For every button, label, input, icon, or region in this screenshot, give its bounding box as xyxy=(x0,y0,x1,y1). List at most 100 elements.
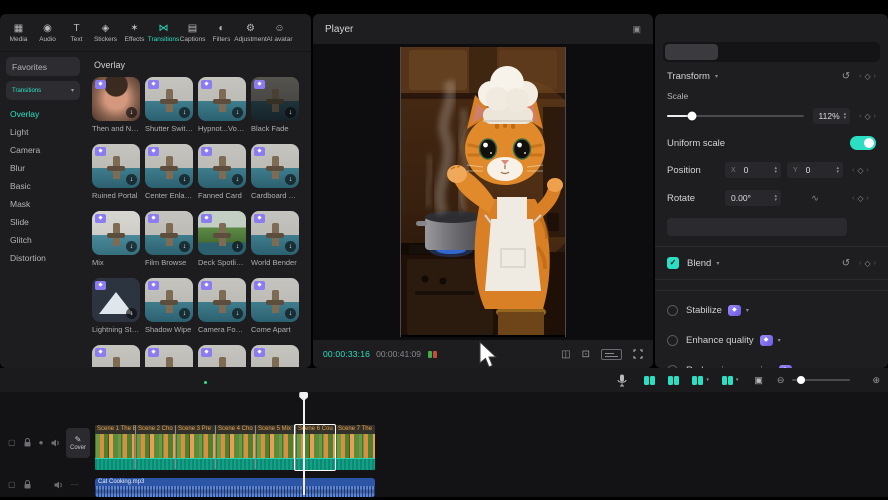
preview-focus-icon[interactable]: ⊡ xyxy=(582,349,590,360)
uniform-scale-toggle[interactable] xyxy=(850,136,876,150)
tool-captions[interactable]: ▤ Captions xyxy=(178,23,207,43)
transition-card[interactable]: ◆ ↓ Come Apart xyxy=(251,278,299,334)
transition-card[interactable]: ◆ ↓ Center Enlarge xyxy=(145,144,193,200)
blend-checkbox[interactable]: ✓ xyxy=(667,257,679,269)
transform-keyframe-control[interactable]: ‹◇› xyxy=(859,72,876,81)
magnet-toggle-icon[interactable]: ▾ xyxy=(644,376,655,385)
chevron-down-icon[interactable]: ▾ xyxy=(746,307,749,314)
chevron-down-icon[interactable]: ▾ xyxy=(778,337,781,344)
rotate-dial-icon[interactable]: ∿ xyxy=(787,193,843,204)
chevron-down-icon[interactable]: ▾ xyxy=(715,73,718,80)
sidebar-item-mask[interactable]: Mask ▾ xyxy=(0,195,86,213)
chevron-down-icon[interactable]: ▾ xyxy=(716,260,719,267)
transition-card[interactable]: ◆ ↓ xyxy=(92,345,140,367)
transition-card[interactable]: ◆ ↓ Camera Focus xyxy=(198,278,246,334)
scale-slider[interactable] xyxy=(667,115,804,117)
fullscreen-icon[interactable] xyxy=(633,349,643,359)
cover-button[interactable]: ✎ Cover xyxy=(66,428,90,458)
transition-card[interactable]: ◆ ↓ Shutter Switch xyxy=(145,77,193,133)
sidebar-item-glitch[interactable]: Glitch ▾ xyxy=(0,231,86,249)
sidebar-item-camera[interactable]: Camera ▾ xyxy=(0,141,86,159)
tool-effects[interactable]: ✶ Effects xyxy=(120,23,149,43)
transition-card[interactable]: ◆ ↓ World Bender xyxy=(251,211,299,267)
rotate-keyframe-control[interactable]: ‹◇› xyxy=(852,194,869,203)
subtab-retouch[interactable] xyxy=(825,44,878,60)
transition-card[interactable]: ◆ ↓ Mix xyxy=(92,211,140,267)
feature-checkbox[interactable] xyxy=(667,335,678,346)
timeline-zoom-slider[interactable] xyxy=(792,379,850,381)
sidebar-item-overlay[interactable]: Overlay ▾ xyxy=(0,105,86,123)
sidebar-item-favorites[interactable]: Favorites ▾ xyxy=(6,57,80,76)
zoom-in-icon[interactable]: ⊕ xyxy=(872,375,880,386)
clip-scene-5[interactable]: Scene 5 Mix xyxy=(255,425,295,470)
clip-scene-6[interactable]: Scene 6 Cou xyxy=(295,425,335,470)
subtab-remove-bg[interactable] xyxy=(718,44,771,60)
reset-transform-icon[interactable]: ↺ xyxy=(842,71,850,82)
tool-media[interactable]: ▦ Media xyxy=(4,23,33,43)
tool-filters[interactable]: ◐ Filters xyxy=(207,23,236,43)
rotate-value-field[interactable]: 0.00° ▴▾ xyxy=(725,190,781,206)
track-thumbnail-icon[interactable]: ▢ xyxy=(8,438,16,447)
blend-keyframe-control[interactable]: ‹◇› xyxy=(859,259,876,268)
subtab-mask[interactable] xyxy=(772,44,825,60)
track-thumbnail-icon[interactable]: ▢ xyxy=(8,480,16,489)
video-frame[interactable] xyxy=(400,47,566,337)
scale-keyframe-control[interactable]: ‹◇› xyxy=(859,112,876,121)
tool-ai-avatar[interactable]: ☺ AI avatar xyxy=(265,23,294,43)
position-y-field[interactable]: Y 0 ▴▾ xyxy=(787,162,843,178)
feature-checkbox[interactable] xyxy=(667,305,678,316)
clip-scene-7[interactable]: Scene 7 The xyxy=(335,425,375,470)
mute-track-icon[interactable] xyxy=(54,481,63,489)
position-y-stepper[interactable]: ▴▾ xyxy=(836,166,839,174)
transition-card[interactable]: ◆ ↓ xyxy=(198,345,246,367)
transition-card[interactable]: ◆ ↓ Shadow Wipe xyxy=(145,278,193,334)
transition-card[interactable]: ◆ ↓ Ruined Portal xyxy=(92,144,140,200)
tool-audio[interactable]: ◉ Audio xyxy=(33,23,62,43)
mute-track-icon[interactable] xyxy=(51,439,60,447)
sidebar-item-slide[interactable]: Slide ▾ xyxy=(0,213,86,231)
track-collapse-dash[interactable]: — xyxy=(71,480,79,489)
rotate-stepper[interactable]: ▴▾ xyxy=(774,194,777,202)
sidebar-item-basic[interactable]: Basic ▾ xyxy=(0,177,86,195)
hide-track-icon[interactable]: ● xyxy=(39,438,44,447)
position-x-field[interactable]: X 0 ▴▾ xyxy=(725,162,781,178)
reset-blend-icon[interactable]: ↺ xyxy=(842,258,850,269)
subtab-basic[interactable] xyxy=(665,44,718,60)
position-x-stepper[interactable]: ▴▾ xyxy=(774,166,777,174)
clip-scene-3[interactable]: Scene 3 Pre xyxy=(175,425,215,470)
position-keyframe-control[interactable]: ‹◇› xyxy=(852,166,869,175)
auto-ripple-toggle-icon[interactable]: ▾ xyxy=(722,376,739,385)
clip-scene-4[interactable]: Scene 4 Cho xyxy=(215,425,255,470)
sidebar-item-transitions[interactable]: Transitions ▾ xyxy=(6,81,80,100)
transition-card[interactable]: ◆ ↓ Cardboard Fan xyxy=(251,144,299,200)
transition-card[interactable]: ◆ ↓ Hypnot...Vortex xyxy=(198,77,246,133)
tool-stickers[interactable]: ◈ Stickers xyxy=(91,23,120,43)
panel-layout-icon[interactable]: ▣ xyxy=(632,24,641,35)
sidebar-item-distortion[interactable]: Distortion ▾ xyxy=(0,249,86,267)
quality-selector[interactable] xyxy=(601,349,622,360)
timeline-ruler[interactable] xyxy=(0,392,888,406)
preview-window-icon[interactable]: ▣ xyxy=(754,375,763,386)
scale-slider-thumb[interactable] xyxy=(687,112,696,121)
clip-scene-1[interactable]: Scene 1 The E xyxy=(95,425,135,470)
tool-adjustment[interactable]: ⚙ Adjustment xyxy=(236,23,265,43)
aspect-ratio-icon[interactable]: ◫ xyxy=(561,349,570,360)
link-toggle-icon[interactable]: ▾ xyxy=(668,376,679,385)
sidebar-item-blur[interactable]: Blur ▾ xyxy=(0,159,86,177)
playhead[interactable] xyxy=(303,392,305,495)
zoom-out-icon[interactable]: ⊖ xyxy=(777,375,785,386)
transition-card[interactable]: ◆ ↓ Film Browse xyxy=(145,211,193,267)
clip-scene-2[interactable]: Scene 2 Cho xyxy=(135,425,175,470)
lock-track-icon[interactable] xyxy=(24,480,31,489)
voiceover-mic-icon[interactable] xyxy=(617,374,627,387)
scale-stepper[interactable]: ▴▾ xyxy=(844,112,847,120)
transition-card[interactable]: ◆ ↓ Lightning Strike xyxy=(92,278,140,334)
transition-card[interactable]: ◆ ↓ xyxy=(251,345,299,367)
tool-text[interactable]: T Text xyxy=(62,23,91,43)
transition-card[interactable]: ◆ ↓ Then and Now xyxy=(92,77,140,133)
transition-card[interactable]: ◆ ↓ Black Fade xyxy=(251,77,299,133)
transition-card[interactable]: ◆ ↓ Fanned Card xyxy=(198,144,246,200)
audio-clip[interactable]: Cat Cooking.mp3 xyxy=(95,478,375,497)
scale-value-field[interactable]: 112% ▴▾ xyxy=(813,108,851,124)
preview-axis-toggle-icon[interactable]: ▾ xyxy=(692,376,709,385)
